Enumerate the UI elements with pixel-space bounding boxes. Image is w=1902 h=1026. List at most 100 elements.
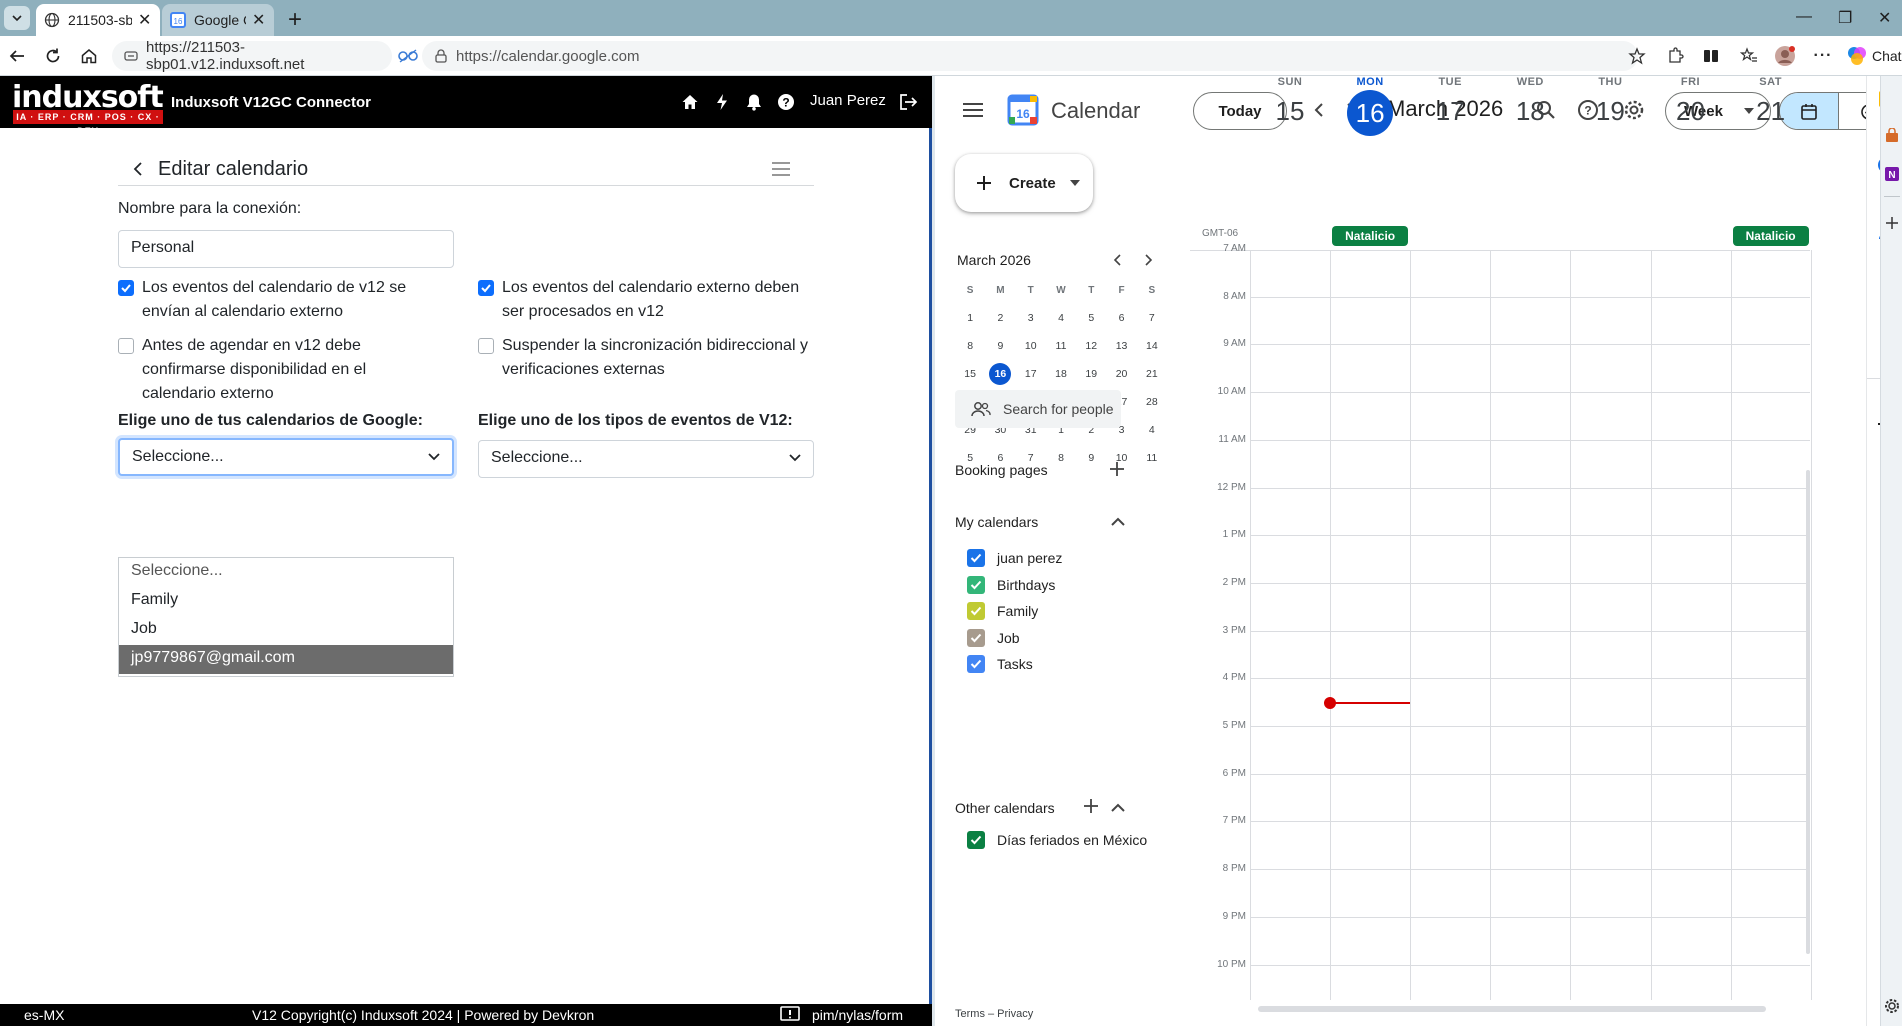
mini-day[interactable]: 17: [1016, 368, 1046, 380]
mini-day[interactable]: 8: [955, 340, 985, 352]
mini-day[interactable]: 7: [1137, 312, 1167, 324]
copilot-chat-button[interactable]: Chat: [1846, 45, 1902, 67]
mini-day[interactable]: 8: [1046, 452, 1076, 464]
calendar-checkbox[interactable]: [967, 602, 985, 620]
dropdown-option[interactable]: Job: [119, 616, 453, 645]
calendar-list-item[interactable]: Birthdays: [967, 575, 1055, 595]
mini-day[interactable]: 6: [1106, 312, 1136, 324]
mini-day[interactable]: 4: [1137, 424, 1167, 436]
mini-day[interactable]: 9: [1076, 452, 1106, 464]
mini-next-icon[interactable]: [1143, 254, 1153, 266]
collapse-my-calendars-icon[interactable]: [1111, 517, 1125, 527]
add-other-calendar-icon[interactable]: [1083, 798, 1099, 814]
day-number[interactable]: 21: [1731, 96, 1811, 127]
calendar-checkbox[interactable]: [967, 549, 985, 567]
vertical-scrollbar[interactable]: [1806, 470, 1810, 954]
dropdown-option[interactable]: Family: [119, 587, 453, 616]
day-column-header[interactable]: SAT 21: [1731, 76, 1811, 127]
day-column-header[interactable]: MON 16: [1330, 76, 1410, 136]
mini-day[interactable]: 14: [1137, 340, 1167, 352]
onenote-icon[interactable]: N: [1884, 166, 1900, 182]
search-people-input[interactable]: Search for people: [955, 390, 1121, 428]
bell-icon[interactable]: [744, 92, 764, 112]
horizontal-scrollbar[interactable]: [1258, 1006, 1766, 1012]
confirm-availability-checkbox[interactable]: [118, 338, 134, 354]
day-column-header[interactable]: THU 19: [1570, 76, 1650, 127]
new-tab-button[interactable]: +: [288, 6, 302, 34]
mini-day[interactable]: 12: [1076, 340, 1106, 352]
dropdown-option-selected[interactable]: jp9779867@gmail.com: [119, 645, 453, 674]
more-menu-icon[interactable]: ···: [1812, 45, 1834, 67]
day-column-header[interactable]: FRI 20: [1651, 76, 1731, 127]
mini-day[interactable]: 3: [1016, 312, 1046, 324]
lightning-icon[interactable]: [712, 92, 732, 112]
calendar-list-item[interactable]: Días feriados en México: [967, 830, 1147, 850]
process-external-events-checkbox[interactable]: [478, 280, 494, 296]
mini-day[interactable]: 19: [1076, 368, 1106, 380]
tab-induxsoft[interactable]: 211503-sbp01 ✕: [36, 4, 160, 36]
close-tab-icon[interactable]: ✕: [138, 10, 151, 30]
extensions-icon[interactable]: [1664, 45, 1686, 67]
add-booking-page-icon[interactable]: [1109, 461, 1125, 477]
mini-day[interactable]: 21: [1137, 368, 1167, 380]
tab-list-button[interactable]: [4, 6, 30, 30]
minimize-icon[interactable]: —: [1796, 8, 1812, 26]
day-number[interactable]: 20: [1651, 96, 1731, 127]
my-calendars-title[interactable]: My calendars: [955, 514, 1038, 530]
sidebar-settings-icon[interactable]: [1884, 998, 1900, 1014]
create-button[interactable]: Create: [955, 154, 1093, 212]
mini-day[interactable]: 28: [1137, 396, 1167, 408]
mini-day[interactable]: 11: [1046, 340, 1076, 352]
logout-icon[interactable]: [898, 92, 918, 112]
address-bar-right[interactable]: https://calendar.google.com: [422, 41, 1638, 71]
help-icon[interactable]: ?: [776, 92, 796, 112]
allday-event-chip[interactable]: Natalicio: [1332, 226, 1409, 246]
mini-day[interactable]: 18: [1046, 368, 1076, 380]
main-menu-icon[interactable]: [963, 102, 983, 118]
split-link-icon[interactable]: [398, 48, 418, 64]
mini-day[interactable]: 20: [1106, 368, 1136, 380]
favorite-star-icon[interactable]: [1626, 45, 1648, 67]
google-calendar-logo-icon[interactable]: 16: [1007, 94, 1039, 126]
mini-day[interactable]: 5: [1076, 312, 1106, 324]
mini-day[interactable]: 10: [1016, 340, 1046, 352]
user-name[interactable]: Juan Perez: [810, 92, 886, 109]
day-number[interactable]: 15: [1250, 96, 1330, 127]
day-column-header[interactable]: SUN 15: [1250, 76, 1330, 127]
favorites-icon[interactable]: [1738, 45, 1760, 67]
day-number[interactable]: 18: [1490, 96, 1570, 127]
mini-day[interactable]: 2: [985, 312, 1015, 324]
day-column-header[interactable]: TUE 17: [1410, 76, 1490, 127]
suspend-sync-checkbox[interactable]: [478, 338, 494, 354]
menu-hamburger-icon[interactable]: [772, 162, 790, 176]
calendar-checkbox[interactable]: [967, 655, 985, 673]
back-chevron-icon[interactable]: [132, 162, 144, 176]
dropdown-option[interactable]: Seleccione...: [119, 558, 453, 587]
mini-prev-icon[interactable]: [1113, 254, 1123, 266]
calendar-list-item[interactable]: juan perez: [967, 548, 1062, 568]
calendar-checkbox[interactable]: [967, 831, 985, 849]
connection-name-input[interactable]: Personal: [118, 230, 454, 268]
close-tab-icon[interactable]: ✕: [252, 10, 265, 30]
event-type-select[interactable]: Seleccione...: [478, 440, 814, 478]
calendar-list-item[interactable]: Job: [967, 628, 1020, 648]
day-number[interactable]: 17: [1410, 96, 1490, 127]
induxsoft-logo[interactable]: induxsoft: [12, 83, 164, 113]
calendar-list-item[interactable]: Family: [967, 601, 1038, 621]
shopping-icon[interactable]: [1884, 128, 1900, 144]
calendar-list-item[interactable]: Tasks: [967, 654, 1033, 674]
split-screen-icon[interactable]: [1700, 45, 1722, 67]
close-window-icon[interactable]: ✕: [1878, 8, 1891, 28]
refresh-icon[interactable]: [42, 45, 64, 67]
mini-day[interactable]: 13: [1106, 340, 1136, 352]
tab-google-calendar[interactable]: 16 Google Calendar ✕: [162, 4, 274, 36]
day-number[interactable]: 19: [1570, 96, 1650, 127]
add-sidebar-app-icon[interactable]: [1885, 216, 1899, 230]
mini-day[interactable]: 4: [1046, 312, 1076, 324]
collapse-other-calendars-icon[interactable]: [1111, 803, 1125, 813]
mini-day[interactable]: 1: [955, 312, 985, 324]
calendar-checkbox[interactable]: [967, 628, 985, 647]
home-icon[interactable]: [78, 45, 100, 67]
mini-day[interactable]: 15: [955, 368, 985, 380]
feedback-icon[interactable]: [780, 1006, 800, 1024]
